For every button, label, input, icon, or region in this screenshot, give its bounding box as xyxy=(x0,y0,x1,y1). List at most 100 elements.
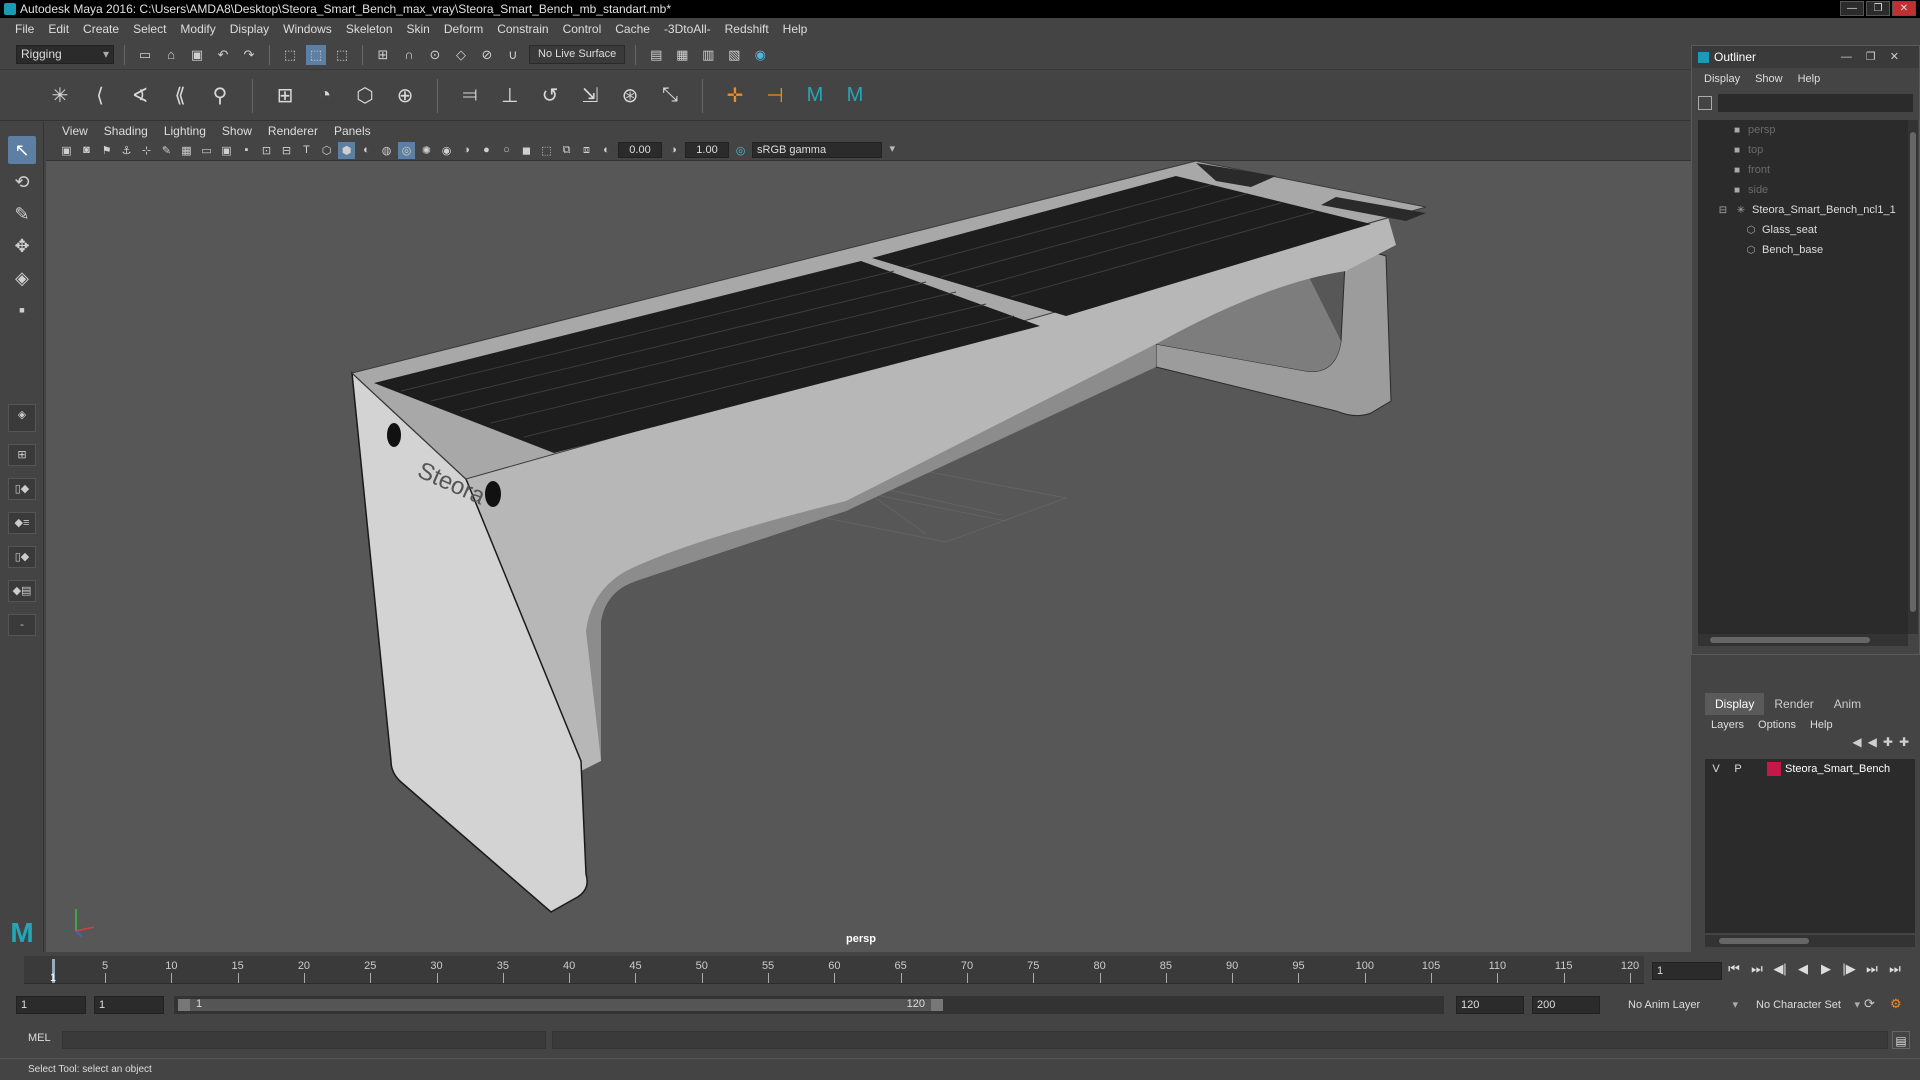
move-layer-up-icon[interactable]: ◀ xyxy=(1852,735,1861,755)
persp-node-layout-icon[interactable]: ▯◆ xyxy=(8,546,36,568)
paint-select-icon[interactable]: ✎ xyxy=(8,200,36,228)
use-all-lights-icon[interactable]: ◎ xyxy=(398,141,415,159)
layer-visibility-toggle[interactable]: V xyxy=(1705,763,1727,775)
close-button[interactable]: ✕ xyxy=(1892,1,1916,16)
playback-start-field[interactable]: 1 xyxy=(94,996,164,1014)
new-scene-icon[interactable]: ▭ xyxy=(135,45,155,65)
textured-icon[interactable]: ◍ xyxy=(378,142,395,159)
step-back-key-icon[interactable]: ◀| xyxy=(1772,961,1788,977)
range-handle-right[interactable] xyxy=(931,999,943,1011)
auto-key-icon[interactable]: ⟳ xyxy=(1864,996,1875,1012)
anim-layer-dropdown[interactable]: No Anim Layer xyxy=(1624,996,1742,1014)
character-set-dropdown[interactable]: No Character Set xyxy=(1752,996,1864,1014)
outliner-menu-show[interactable]: Show xyxy=(1755,73,1792,85)
color-management-icon[interactable]: ◎ xyxy=(732,142,749,159)
render-view-icon[interactable]: ▧ xyxy=(724,45,744,65)
move-layer-down-icon[interactable]: ◀ xyxy=(1868,735,1877,755)
scale-constraint-icon[interactable]: ⇲ xyxy=(576,82,604,110)
ipr-render-icon[interactable]: ▥ xyxy=(698,45,718,65)
shadows-icon[interactable]: ✺ xyxy=(418,142,435,159)
parent-constraint-icon[interactable]: ⫤ xyxy=(456,82,484,110)
persp-graph-layout-icon[interactable]: ◆≡ xyxy=(8,512,36,534)
persp-hypershade-layout-icon[interactable]: ◆▤ xyxy=(8,580,36,602)
go-to-start-icon[interactable]: ⏮ xyxy=(1726,961,1742,977)
layer-menu-options[interactable]: Options xyxy=(1758,719,1796,731)
new-layer-selected-icon[interactable]: ✚ xyxy=(1899,735,1909,755)
panel-menu-shading[interactable]: Shading xyxy=(96,124,156,138)
depth-of-field-icon[interactable]: ○ xyxy=(498,142,515,159)
bookmark-icon[interactable]: ⚑ xyxy=(98,142,115,159)
select-tool-icon[interactable]: ↖ xyxy=(8,136,36,164)
lasso-tool-icon[interactable]: ⟲ xyxy=(8,168,36,196)
range-slider[interactable]: 1 120 xyxy=(174,996,1444,1014)
wire-deformer-icon[interactable]: ⊕ xyxy=(391,82,419,110)
ik-spline-icon[interactable]: ∢ xyxy=(126,82,154,110)
outliner-item-persp[interactable]: ■ persp xyxy=(1698,120,1908,140)
menu-constrain[interactable]: Constrain xyxy=(490,22,555,36)
layer-playback-toggle[interactable]: P xyxy=(1727,763,1749,775)
step-forward-icon[interactable]: ⏭ xyxy=(1864,961,1880,977)
menu-skin[interactable]: Skin xyxy=(400,22,437,36)
outliner-item-front[interactable]: ■ front xyxy=(1698,160,1908,180)
menu-windows[interactable]: Windows xyxy=(276,22,339,36)
rotate-tool-icon[interactable]: ◈ xyxy=(8,264,36,292)
snap-live-icon[interactable]: ⊘ xyxy=(477,45,497,65)
maximize-button[interactable]: ❐ xyxy=(1866,1,1890,16)
save-scene-icon[interactable]: ▣ xyxy=(187,45,207,65)
menu-control[interactable]: Control xyxy=(556,22,609,36)
menu-edit[interactable]: Edit xyxy=(41,22,76,36)
step-back-icon[interactable]: ⏭ xyxy=(1749,961,1765,977)
render-settings-icon[interactable]: ▤ xyxy=(646,45,666,65)
tab-render[interactable]: Render xyxy=(1764,693,1823,715)
gamma-field[interactable]: 1.00 xyxy=(685,142,729,158)
scale-tool-icon[interactable]: ▪ xyxy=(8,296,36,324)
grid-icon[interactable]: ▦ xyxy=(178,142,195,159)
cluster-handle-icon[interactable]: ⊣ xyxy=(761,82,789,110)
locator-icon[interactable]: ✛ xyxy=(721,82,749,110)
outliner-search-input[interactable] xyxy=(1718,94,1913,112)
joint-tool-icon[interactable]: ✳ xyxy=(46,82,74,110)
outliner-horizontal-scrollbar[interactable] xyxy=(1698,634,1908,646)
gamma-icon[interactable]: ◑ xyxy=(665,142,682,159)
outliner-item-group[interactable]: ⊟ ✳ Steora_Smart_Bench_ncl1_1 xyxy=(1698,200,1908,220)
3dtoall-icon-2[interactable]: M xyxy=(841,82,869,110)
outliner-item-bench-base[interactable]: ⬡ Bench_base xyxy=(1698,240,1908,260)
outliner-vertical-scrollbar[interactable] xyxy=(1908,120,1918,634)
menu-set-dropdown[interactable]: Rigging xyxy=(16,45,114,64)
four-view-layout-icon[interactable]: ⊞ xyxy=(8,444,36,466)
single-perspective-layout-icon[interactable]: ◈ xyxy=(8,404,36,432)
play-backward-icon[interactable]: ◀ xyxy=(1795,961,1811,977)
magnet-icon[interactable]: ∪ xyxy=(503,45,523,65)
layer-horizontal-scrollbar[interactable] xyxy=(1705,935,1915,947)
outliner-menu-help[interactable]: Help xyxy=(1798,73,1830,85)
ambient-occlusion-icon[interactable]: ◉ xyxy=(438,142,455,159)
layer-menu-help[interactable]: Help xyxy=(1810,719,1833,731)
image-plane-icon[interactable]: ⚓ xyxy=(118,142,135,159)
play-forward-icon[interactable]: ▶ xyxy=(1818,961,1834,977)
step-forward-key-icon[interactable]: |▶ xyxy=(1841,961,1857,977)
mel-label[interactable]: MEL xyxy=(28,1032,51,1044)
animation-end-field[interactable]: 200 xyxy=(1532,996,1600,1014)
layout-options-icon[interactable]: - xyxy=(8,614,36,636)
outliner-filter-icon[interactable] xyxy=(1698,96,1712,110)
time-slider-track[interactable]: 1 5 10 15 20 25 30 35 40 45 50 55 60 65 70 75 80 85 90 95 1… xyxy=(24,956,1644,984)
open-scene-icon[interactable]: ⌂ xyxy=(161,45,181,65)
snap-point-icon[interactable]: ⊙ xyxy=(425,45,445,65)
persp-outliner-layout-icon[interactable]: ▯◆ xyxy=(8,478,36,500)
camera-attributes-icon[interactable]: ◙ xyxy=(78,142,95,159)
live-surface-field[interactable]: No Live Surface xyxy=(529,45,626,64)
snap-view-plane-icon[interactable]: ◇ xyxy=(451,45,471,65)
minimize-button[interactable]: — xyxy=(1840,1,1864,16)
multisample-icon[interactable]: ● xyxy=(478,142,495,159)
grease-pencil-icon[interactable]: ✎ xyxy=(158,142,175,159)
collapse-icon[interactable]: ⊟ xyxy=(1716,205,1730,216)
aim-constraint-icon[interactable]: ⊛ xyxy=(616,82,644,110)
outliner-item-glass-seat[interactable]: ⬡ Glass_seat xyxy=(1698,220,1908,240)
humanik-icon[interactable]: ⚲ xyxy=(206,82,234,110)
panel-menu-renderer[interactable]: Renderer xyxy=(260,124,326,138)
menu-skeleton[interactable]: Skeleton xyxy=(339,22,400,36)
current-time-field[interactable]: 1 xyxy=(1652,962,1722,980)
go-to-end-icon[interactable]: ⏭ xyxy=(1887,961,1903,977)
camera-select-icon[interactable]: ▣ xyxy=(58,142,75,159)
outliner-item-side[interactable]: ■ side xyxy=(1698,180,1908,200)
